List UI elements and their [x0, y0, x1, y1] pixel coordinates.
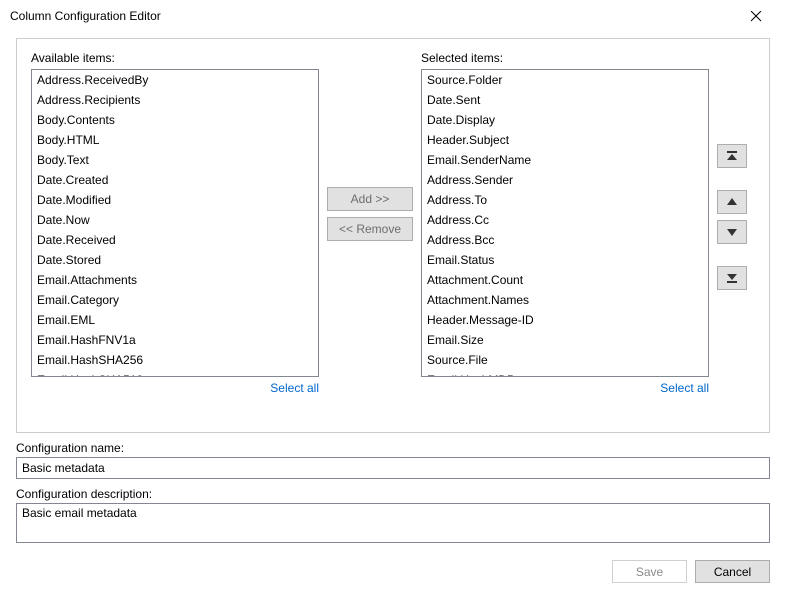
lists-panel: Available items: Address.ReceivedByAddre… — [16, 38, 770, 433]
list-item[interactable]: Email.Status — [422, 250, 708, 270]
list-item[interactable]: Header.Message-ID — [422, 310, 708, 330]
list-item[interactable]: Address.ReceivedBy — [32, 70, 318, 90]
list-item[interactable]: Email.EML — [32, 310, 318, 330]
config-name-input[interactable] — [16, 457, 770, 479]
move-top-icon — [726, 150, 738, 162]
list-item[interactable]: Source.File — [422, 350, 708, 370]
save-button[interactable]: Save — [612, 560, 687, 583]
add-button[interactable]: Add >> — [327, 187, 413, 211]
list-item[interactable]: Address.Cc — [422, 210, 708, 230]
list-item[interactable]: Date.Sent — [422, 90, 708, 110]
available-select-all[interactable]: Select all — [270, 381, 319, 395]
window-title: Column Configuration Editor — [10, 9, 161, 23]
move-up-button[interactable] — [717, 190, 747, 214]
list-item[interactable]: Email.Size — [422, 330, 708, 350]
selected-select-all[interactable]: Select all — [660, 381, 709, 395]
list-item[interactable]: Date.Now — [32, 210, 318, 230]
list-item[interactable]: Source.Folder — [422, 70, 708, 90]
list-item[interactable]: Email.HashSHA256 — [32, 350, 318, 370]
list-item[interactable]: Address.To — [422, 190, 708, 210]
list-item[interactable]: Date.Modified — [32, 190, 318, 210]
list-item[interactable]: Address.Recipients — [32, 90, 318, 110]
move-top-button[interactable] — [717, 144, 747, 168]
list-item[interactable]: Email.SenderName — [422, 150, 708, 170]
selected-listbox[interactable]: Source.FolderDate.SentDate.DisplayHeader… — [421, 69, 709, 377]
available-listbox[interactable]: Address.ReceivedByAddress.RecipientsBody… — [31, 69, 319, 377]
config-name-block: Configuration name: — [16, 441, 770, 479]
available-label: Available items: — [31, 51, 319, 65]
list-item[interactable]: Body.Contents — [32, 110, 318, 130]
move-bottom-button[interactable] — [717, 266, 747, 290]
config-desc-block: Configuration description: — [16, 487, 770, 546]
close-button[interactable] — [736, 3, 776, 29]
list-item[interactable]: Email.Attachments — [32, 270, 318, 290]
config-desc-input[interactable] — [16, 503, 770, 543]
list-item[interactable]: Body.Text — [32, 150, 318, 170]
list-item[interactable]: Attachment.Count — [422, 270, 708, 290]
remove-button[interactable]: << Remove — [327, 217, 413, 241]
move-bottom-icon — [726, 272, 738, 284]
list-item[interactable]: Email.HashFNV1a — [32, 330, 318, 350]
list-item[interactable]: Date.Received — [32, 230, 318, 250]
move-down-icon — [726, 227, 738, 237]
list-item[interactable]: Date.Stored — [32, 250, 318, 270]
list-item[interactable]: Attachment.Names — [422, 290, 708, 310]
config-name-label: Configuration name: — [16, 441, 770, 455]
dialog-button-row: Save Cancel — [16, 560, 770, 583]
list-item[interactable]: Email.HashMD5 — [422, 370, 708, 377]
list-item[interactable]: Date.Created — [32, 170, 318, 190]
move-down-button[interactable] — [717, 220, 747, 244]
cancel-button[interactable]: Cancel — [695, 560, 770, 583]
close-icon — [751, 11, 762, 22]
list-item[interactable]: Header.Subject — [422, 130, 708, 150]
list-item[interactable]: Date.Display — [422, 110, 708, 130]
list-item[interactable]: Email.HashSHA512 — [32, 370, 318, 377]
list-item[interactable]: Email.Category — [32, 290, 318, 310]
selected-label: Selected items: — [421, 51, 709, 65]
list-item[interactable]: Address.Sender — [422, 170, 708, 190]
list-item[interactable]: Body.HTML — [32, 130, 318, 150]
list-item[interactable]: Address.Bcc — [422, 230, 708, 250]
move-up-icon — [726, 197, 738, 207]
config-desc-label: Configuration description: — [16, 487, 770, 501]
title-bar: Column Configuration Editor — [0, 0, 786, 32]
